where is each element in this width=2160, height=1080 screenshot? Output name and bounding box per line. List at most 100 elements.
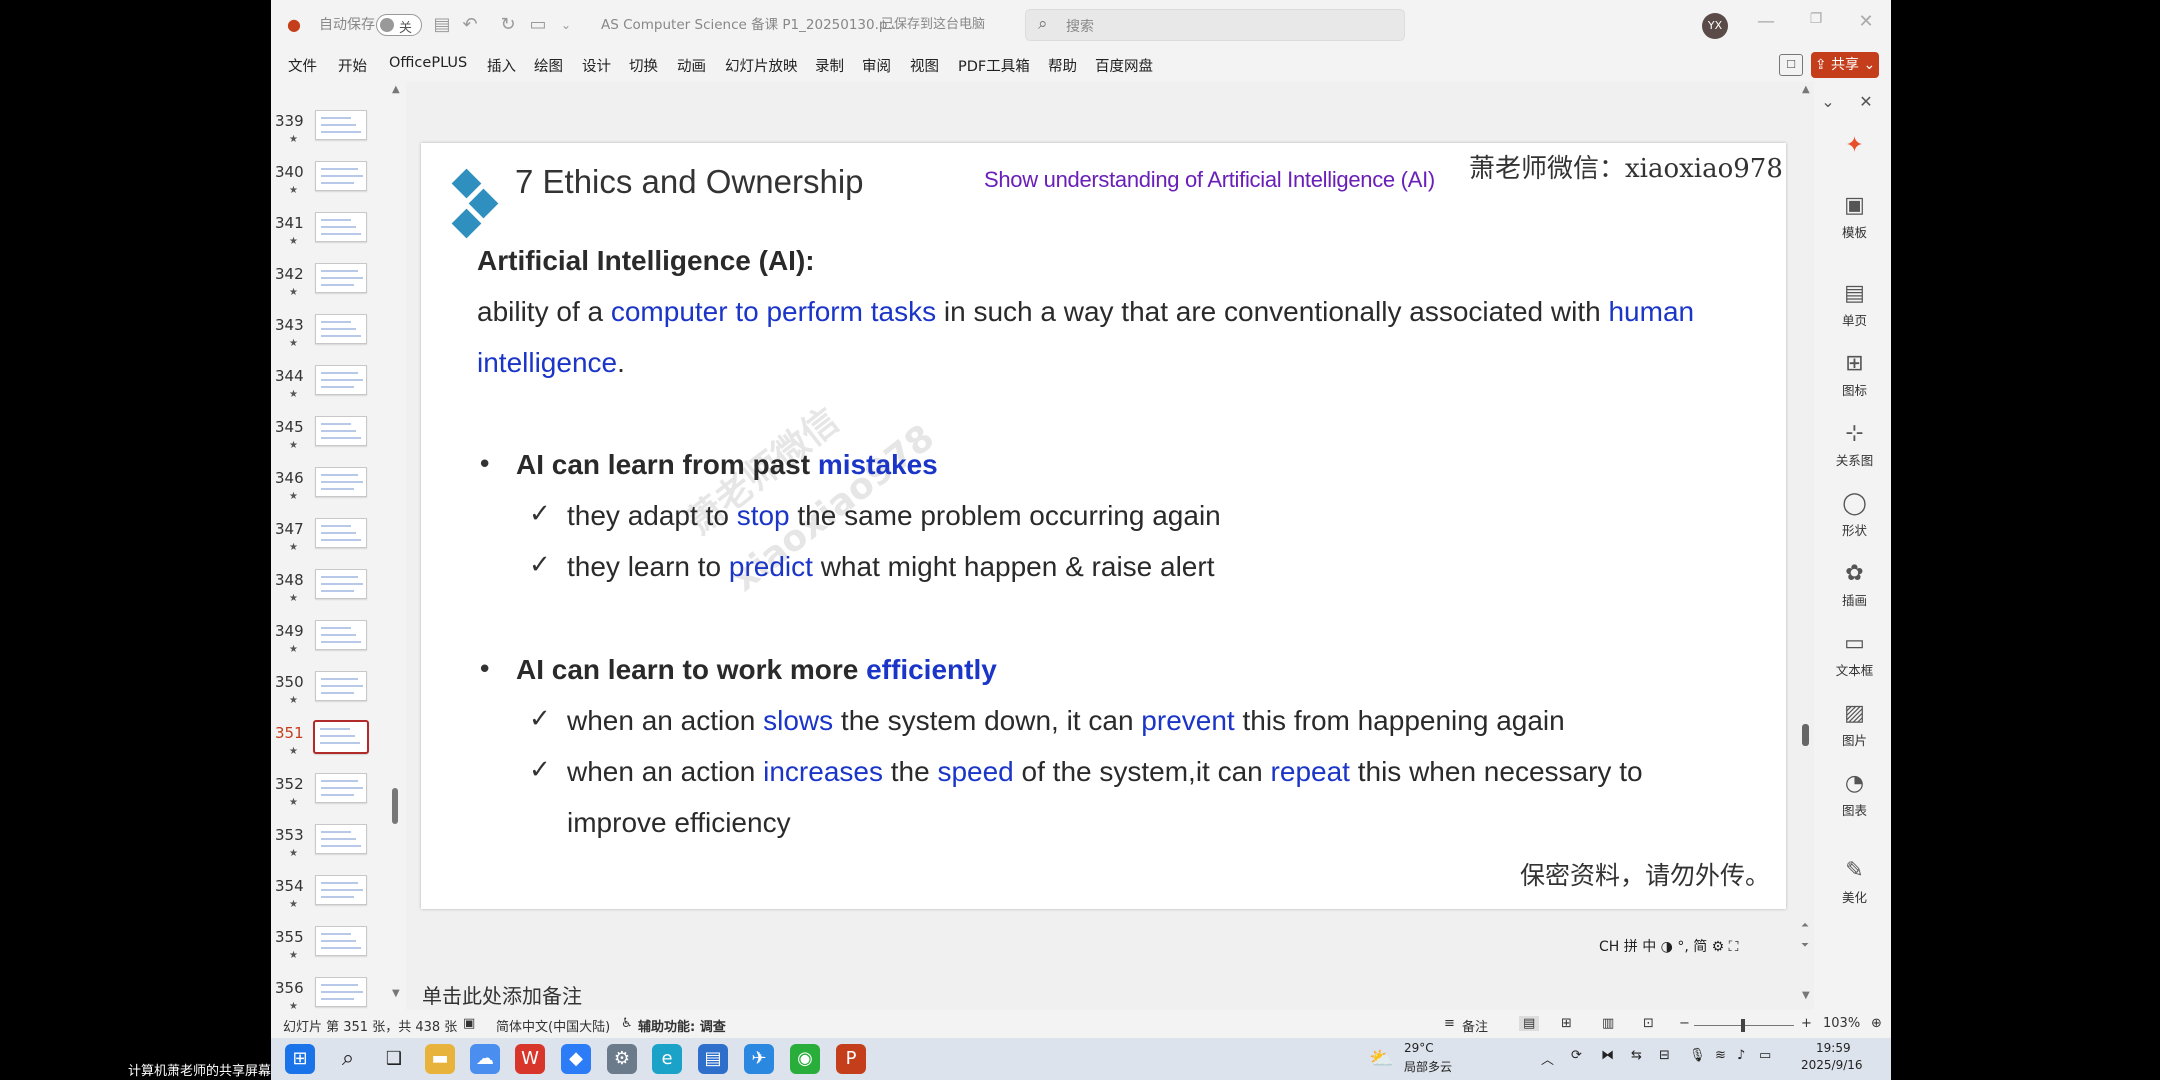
thumb-scroll-down-icon[interactable]: ▼	[392, 988, 400, 999]
slide-thumbnail[interactable]: 348 ★	[271, 567, 396, 618]
thumbnail-image[interactable]	[315, 365, 367, 395]
feishu-icon[interactable]: ◆	[561, 1044, 591, 1074]
previous-slide-icon[interactable]: ⏶	[1801, 920, 1809, 931]
side-panel-template[interactable]: ▣ 模板	[1818, 192, 1891, 241]
sub-bullet-predict[interactable]: they learn to predict what might happen …	[567, 551, 1214, 583]
next-slide-icon[interactable]: ⏷	[1801, 940, 1809, 951]
menu-slideshow[interactable]: 幻灯片放映	[725, 55, 798, 76]
baidu-netdisk-icon[interactable]: ☁	[470, 1044, 500, 1074]
close-panel-icon[interactable]: ✕	[1848, 92, 1884, 111]
clock-date[interactable]: 2025/9/16	[1801, 1058, 1863, 1072]
redo-icon[interactable]: ↻	[495, 12, 521, 38]
weather-desc[interactable]: 局部多云	[1404, 1058, 1452, 1075]
menu-officeplus[interactable]: OfficePLUS	[389, 55, 467, 71]
volume-icon[interactable]: ♪	[1737, 1048, 1745, 1063]
slide-thumbnail[interactable]: 349 ★	[271, 618, 396, 669]
thumbnail-image[interactable]	[315, 875, 367, 905]
slide-sorter-icon[interactable]: ⊞	[1561, 1016, 1572, 1031]
thumbnail-image[interactable]	[315, 824, 367, 854]
thumbnail-image[interactable]	[315, 977, 367, 1007]
thumbnail-image[interactable]	[315, 161, 367, 191]
side-panel-beautify[interactable]: ✎ 美化	[1818, 857, 1891, 906]
tray-chevron-icon[interactable]: ︿	[1541, 1049, 1554, 1068]
thumbnail-image[interactable]	[315, 671, 367, 701]
fit-to-window-icon[interactable]: ⊕	[1871, 1016, 1882, 1031]
slide-thumbnail[interactable]: 342 ★	[271, 261, 396, 312]
tray-app-icon[interactable]: ⟳	[1571, 1048, 1582, 1063]
undo-icon[interactable]: ↶	[457, 12, 483, 38]
battery-icon[interactable]: ▭	[1759, 1048, 1771, 1063]
language-status[interactable]: 简体中文(中国大陆)	[496, 1016, 610, 1035]
customize-icon[interactable]: ⌄	[553, 12, 579, 38]
weather-temp[interactable]: 29°C	[1404, 1041, 1434, 1055]
menu-draw[interactable]: 绘图	[534, 55, 563, 76]
menu-review[interactable]: 审阅	[862, 55, 891, 76]
thumbnail-image[interactable]	[315, 314, 367, 344]
notepad-icon[interactable]: ▤	[698, 1044, 728, 1074]
file-explorer-icon[interactable]: ▬	[425, 1044, 455, 1074]
thumbnail-image[interactable]	[315, 620, 367, 650]
menu-animations[interactable]: 动画	[677, 55, 706, 76]
slide-thumbnail[interactable]: 344 ★	[271, 363, 396, 414]
thumb-scroll-up-icon[interactable]: ▲	[392, 84, 400, 95]
zoom-slider-thumb[interactable]	[1741, 1019, 1745, 1032]
autosave-toggle[interactable]: 关	[376, 14, 422, 36]
spellcheck-icon[interactable]: ▣	[463, 1016, 475, 1031]
sub-bullet-stop[interactable]: they adapt to stop the same problem occu…	[567, 500, 1221, 532]
thumbnail-image[interactable]	[315, 467, 367, 497]
notes-toggle[interactable]: 备注	[1462, 1016, 1488, 1035]
slide-thumbnail[interactable]: 352 ★	[271, 771, 396, 822]
comments-icon[interactable]: ☐	[1779, 54, 1803, 76]
thumbnail-image[interactable]	[315, 773, 367, 803]
ai-heading[interactable]: Artificial Intelligence (AI):	[477, 245, 815, 277]
present-icon[interactable]: ▭	[525, 12, 551, 38]
side-panel-shape[interactable]: ◯ 形状	[1818, 490, 1891, 539]
settings-icon[interactable]: ⚙	[607, 1044, 637, 1074]
share-button[interactable]: ⇪ 共享 ⌄	[1811, 52, 1879, 78]
avatar[interactable]: YX	[1702, 13, 1728, 39]
close-icon[interactable]: ✕	[1851, 11, 1881, 32]
restore-icon[interactable]: ❐	[1801, 11, 1831, 27]
menu-design[interactable]: 设计	[582, 55, 611, 76]
zoom-in-icon[interactable]: +	[1801, 1016, 1812, 1031]
side-panel-single-page[interactable]: ▤ 单页	[1818, 280, 1891, 329]
slide-thumbnail[interactable]: 355 ★	[271, 924, 396, 975]
slide-thumbnail[interactable]: 343 ★	[271, 312, 396, 363]
save-status[interactable]: 已保存到这台电脑	[881, 14, 985, 36]
thumbnail-image[interactable]	[315, 518, 367, 548]
save-icon[interactable]: ▤	[429, 12, 455, 38]
search-icon[interactable]: ⌕	[333, 1044, 363, 1074]
accessibility-status[interactable]: 辅助功能: 调查	[638, 1016, 726, 1035]
slide-counter[interactable]: 幻灯片 第 351 张，共 438 张	[283, 1016, 457, 1035]
notes-placeholder[interactable]: 单击此处添加备注	[422, 980, 582, 1009]
thumbnail-image[interactable]	[315, 263, 367, 293]
menu-baidu-netdisk[interactable]: 百度网盘	[1095, 55, 1153, 76]
menu-view[interactable]: 视图	[910, 55, 939, 76]
normal-view-icon[interactable]: ▤	[1519, 1016, 1540, 1031]
sub-bullet-slows[interactable]: when an action slows the system down, it…	[567, 705, 1565, 737]
wifi-icon[interactable]: ≋	[1715, 1048, 1726, 1063]
definition-line-1[interactable]: ability of a computer to perform tasks i…	[477, 296, 1694, 328]
thumbnail-image[interactable]	[315, 569, 367, 599]
menu-record[interactable]: 录制	[815, 55, 844, 76]
search-box[interactable]: ⌕ 搜索	[1025, 9, 1405, 41]
tray-app-icon[interactable]: ⊟	[1659, 1048, 1670, 1063]
confidential-notice[interactable]: 保密资料，请勿外传。	[1520, 856, 1770, 892]
slide-subtitle[interactable]: Show understanding of Artificial Intelli…	[984, 167, 1435, 193]
slide-thumbnail[interactable]: 341 ★	[271, 210, 396, 261]
side-panel-diagram[interactable]: ⊹ 关系图	[1818, 420, 1891, 469]
definition-line-2[interactable]: intelligence.	[477, 347, 625, 379]
slide-thumbnail[interactable]: 351 ★	[271, 720, 396, 771]
document-title[interactable]: AS Computer Science 备课 P1_20250130.p...	[601, 14, 900, 36]
tray-app-icon[interactable]: ⇆	[1631, 1048, 1642, 1063]
slide-thumbnail[interactable]: 350 ★	[271, 669, 396, 720]
slide-thumbnail[interactable]: 353 ★	[271, 822, 396, 873]
edit-area-scrollbar[interactable]	[1802, 724, 1809, 746]
ime-toolbar[interactable]: CH 拼 中 ◑ °, 简 ⚙ ⛶	[1599, 936, 1777, 958]
thumbnail-image[interactable]	[313, 720, 369, 754]
edit-scroll-down-icon[interactable]: ▼	[1802, 990, 1810, 1001]
side-panel-chart[interactable]: ◔ 图表	[1818, 770, 1891, 819]
slide-thumbnail[interactable]: 346 ★	[271, 465, 396, 516]
zoom-level[interactable]: 103%	[1823, 1016, 1860, 1031]
thumbnail-scrollbar[interactable]	[392, 788, 398, 824]
